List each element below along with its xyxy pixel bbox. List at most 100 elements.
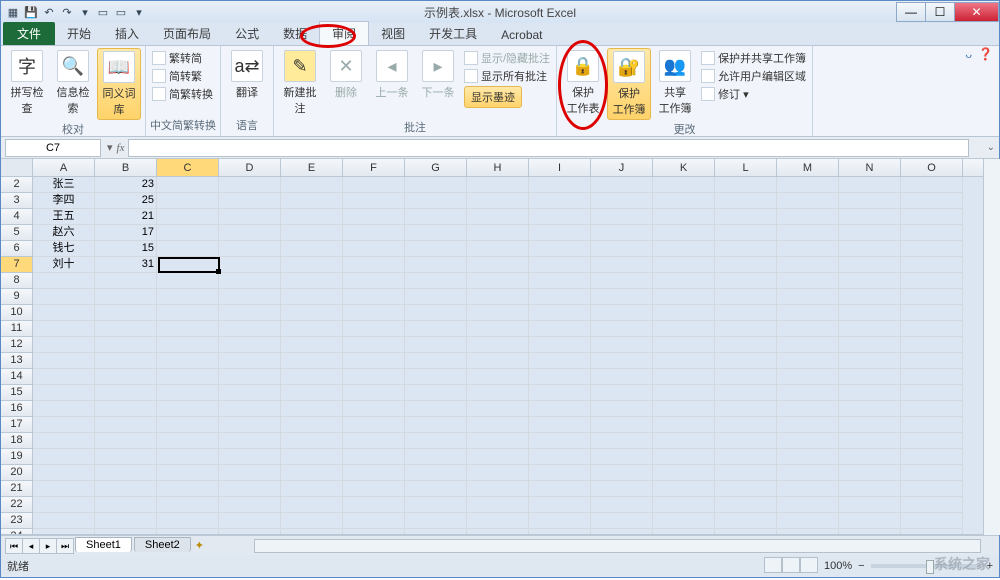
- cell-H20[interactable]: [467, 465, 529, 481]
- protect-sheet-button[interactable]: 🔒保护 工作表: [561, 48, 605, 118]
- cell-D19[interactable]: [219, 449, 281, 465]
- cell-A18[interactable]: [33, 433, 95, 449]
- cell-B11[interactable]: [95, 321, 157, 337]
- cell-E16[interactable]: [281, 401, 343, 417]
- horizontal-scrollbar[interactable]: [254, 539, 981, 553]
- cell-A23[interactable]: [33, 513, 95, 529]
- row-header-4[interactable]: 4: [1, 209, 33, 225]
- cell-H13[interactable]: [467, 353, 529, 369]
- cell-J5[interactable]: [591, 225, 653, 241]
- tab-insert[interactable]: 插入: [103, 22, 151, 45]
- cell-B22[interactable]: [95, 497, 157, 513]
- cell-I2[interactable]: [529, 177, 591, 193]
- cell-L16[interactable]: [715, 401, 777, 417]
- cell-H22[interactable]: [467, 497, 529, 513]
- cell-A8[interactable]: [33, 273, 95, 289]
- cell-L10[interactable]: [715, 305, 777, 321]
- cell-K2[interactable]: [653, 177, 715, 193]
- cell-L4[interactable]: [715, 209, 777, 225]
- research-button[interactable]: 🔍信息检索: [51, 48, 95, 118]
- qat-icon[interactable]: ▭: [95, 4, 111, 20]
- cell-N8[interactable]: [839, 273, 901, 289]
- cell-K21[interactable]: [653, 481, 715, 497]
- prev-comment-button[interactable]: ◂上一条: [370, 48, 414, 102]
- protect-share-button[interactable]: 保护并共享工作簿: [701, 50, 806, 66]
- formula-input[interactable]: [128, 139, 968, 157]
- cell-O2[interactable]: [901, 177, 963, 193]
- cell-L3[interactable]: [715, 193, 777, 209]
- cell-H2[interactable]: [467, 177, 529, 193]
- cell-B14[interactable]: [95, 369, 157, 385]
- row-header-21[interactable]: 21: [1, 481, 33, 497]
- cell-E20[interactable]: [281, 465, 343, 481]
- cell-I22[interactable]: [529, 497, 591, 513]
- cell-D3[interactable]: [219, 193, 281, 209]
- cell-H15[interactable]: [467, 385, 529, 401]
- cell-M5[interactable]: [777, 225, 839, 241]
- cell-O10[interactable]: [901, 305, 963, 321]
- vertical-scrollbar[interactable]: [983, 159, 1000, 535]
- cell-A9[interactable]: [33, 289, 95, 305]
- cell-M15[interactable]: [777, 385, 839, 401]
- cell-M13[interactable]: [777, 353, 839, 369]
- cell-F2[interactable]: [343, 177, 405, 193]
- cell-L22[interactable]: [715, 497, 777, 513]
- cell-N19[interactable]: [839, 449, 901, 465]
- cell-E21[interactable]: [281, 481, 343, 497]
- row-header-13[interactable]: 13: [1, 353, 33, 369]
- cell-J20[interactable]: [591, 465, 653, 481]
- cell-D2[interactable]: [219, 177, 281, 193]
- cell-J11[interactable]: [591, 321, 653, 337]
- tab-formulas[interactable]: 公式: [223, 22, 271, 45]
- tab-developer[interactable]: 开发工具: [417, 22, 489, 45]
- row-header-18[interactable]: 18: [1, 433, 33, 449]
- row-header-15[interactable]: 15: [1, 385, 33, 401]
- col-header-N[interactable]: N: [839, 159, 901, 176]
- cell-C21[interactable]: [157, 481, 219, 497]
- page-break-button[interactable]: [800, 557, 818, 573]
- cell-O14[interactable]: [901, 369, 963, 385]
- cell-G18[interactable]: [405, 433, 467, 449]
- cell-I10[interactable]: [529, 305, 591, 321]
- row-header-20[interactable]: 20: [1, 465, 33, 481]
- cell-L18[interactable]: [715, 433, 777, 449]
- cell-H7[interactable]: [467, 257, 529, 273]
- cell-D15[interactable]: [219, 385, 281, 401]
- cell-H24[interactable]: [467, 529, 529, 535]
- col-header-A[interactable]: A: [33, 159, 95, 176]
- cell-N13[interactable]: [839, 353, 901, 369]
- cell-B12[interactable]: [95, 337, 157, 353]
- cell-E22[interactable]: [281, 497, 343, 513]
- cell-G6[interactable]: [405, 241, 467, 257]
- cell-E15[interactable]: [281, 385, 343, 401]
- cell-G23[interactable]: [405, 513, 467, 529]
- sheet-tab-2[interactable]: Sheet2: [134, 537, 191, 552]
- cell-N20[interactable]: [839, 465, 901, 481]
- cell-L6[interactable]: [715, 241, 777, 257]
- cell-A17[interactable]: [33, 417, 95, 433]
- cell-I12[interactable]: [529, 337, 591, 353]
- protect-workbook-button[interactable]: 🔐保护 工作簿: [607, 48, 651, 120]
- cell-A20[interactable]: [33, 465, 95, 481]
- cell-J24[interactable]: [591, 529, 653, 535]
- cell-H16[interactable]: [467, 401, 529, 417]
- cell-E7[interactable]: [281, 257, 343, 273]
- cell-E3[interactable]: [281, 193, 343, 209]
- cell-J13[interactable]: [591, 353, 653, 369]
- cell-L24[interactable]: [715, 529, 777, 535]
- cell-B20[interactable]: [95, 465, 157, 481]
- cell-B8[interactable]: [95, 273, 157, 289]
- cell-H8[interactable]: [467, 273, 529, 289]
- row-header-14[interactable]: 14: [1, 369, 33, 385]
- cell-N3[interactable]: [839, 193, 901, 209]
- page-layout-button[interactable]: [782, 557, 800, 573]
- cell-G20[interactable]: [405, 465, 467, 481]
- help-icon[interactable]: ❓: [978, 47, 993, 61]
- cell-A13[interactable]: [33, 353, 95, 369]
- cell-C10[interactable]: [157, 305, 219, 321]
- cell-M16[interactable]: [777, 401, 839, 417]
- cell-B9[interactable]: [95, 289, 157, 305]
- show-all-comments-button[interactable]: 显示所有批注: [464, 68, 550, 84]
- cell-A21[interactable]: [33, 481, 95, 497]
- cell-I6[interactable]: [529, 241, 591, 257]
